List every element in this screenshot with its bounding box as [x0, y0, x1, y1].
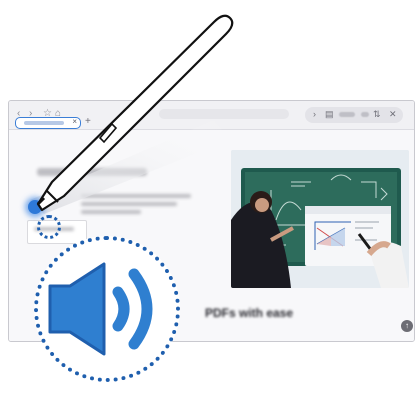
text-to-speech-badge	[34, 236, 180, 382]
pointer-connector-ring	[37, 215, 61, 239]
pen-icon	[36, 14, 234, 212]
speaker-volume-icon	[48, 262, 153, 356]
